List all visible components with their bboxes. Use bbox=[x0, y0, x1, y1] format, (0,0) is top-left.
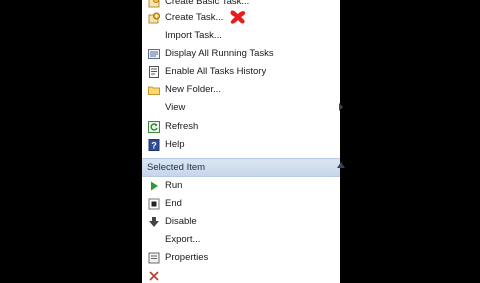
disable-icon bbox=[147, 215, 160, 228]
history-icon bbox=[147, 65, 160, 78]
menu-item-properties[interactable]: Properties bbox=[142, 249, 340, 267]
create-basic-task-icon bbox=[147, 0, 160, 8]
menu-item-export[interactable]: Export... bbox=[142, 231, 340, 249]
menu-item-refresh[interactable]: Refresh bbox=[142, 118, 340, 136]
red-annotation-mark-icon bbox=[230, 10, 246, 24]
view-submenu-arrow-icon bbox=[339, 103, 343, 111]
menu-item-import-task[interactable]: Import Task... bbox=[142, 27, 340, 45]
menu-item-disable[interactable]: Disable bbox=[142, 213, 340, 231]
delete-icon bbox=[147, 269, 160, 282]
help-icon: ? bbox=[147, 138, 160, 151]
menu-item-enable-history[interactable]: Enable All Tasks History bbox=[142, 63, 340, 81]
folder-icon bbox=[147, 83, 160, 96]
properties-icon bbox=[147, 251, 160, 264]
menu-item-display-running-tasks[interactable]: Display All Running Tasks bbox=[142, 45, 340, 63]
svg-text:?: ? bbox=[151, 140, 157, 150]
create-task-icon bbox=[147, 11, 160, 24]
menu-item-new-folder[interactable]: New Folder... bbox=[142, 81, 340, 99]
menu-item-run[interactable]: Run bbox=[142, 177, 340, 195]
stop-icon bbox=[147, 197, 160, 210]
actions-pane: Create Basic Task... Create Task... Impo… bbox=[142, 0, 340, 283]
play-icon bbox=[147, 179, 160, 192]
running-tasks-icon bbox=[147, 47, 160, 60]
menu-item-partial[interactable] bbox=[142, 267, 340, 283]
menu-item-view[interactable]: View bbox=[142, 99, 340, 117]
menu-item-end[interactable]: End bbox=[142, 195, 340, 213]
menu-item-help[interactable]: ? Help bbox=[142, 136, 340, 154]
selected-item-section-header[interactable]: Selected Item bbox=[142, 158, 340, 177]
refresh-icon bbox=[147, 120, 160, 133]
section-collapse-arrow-icon[interactable] bbox=[337, 162, 345, 168]
